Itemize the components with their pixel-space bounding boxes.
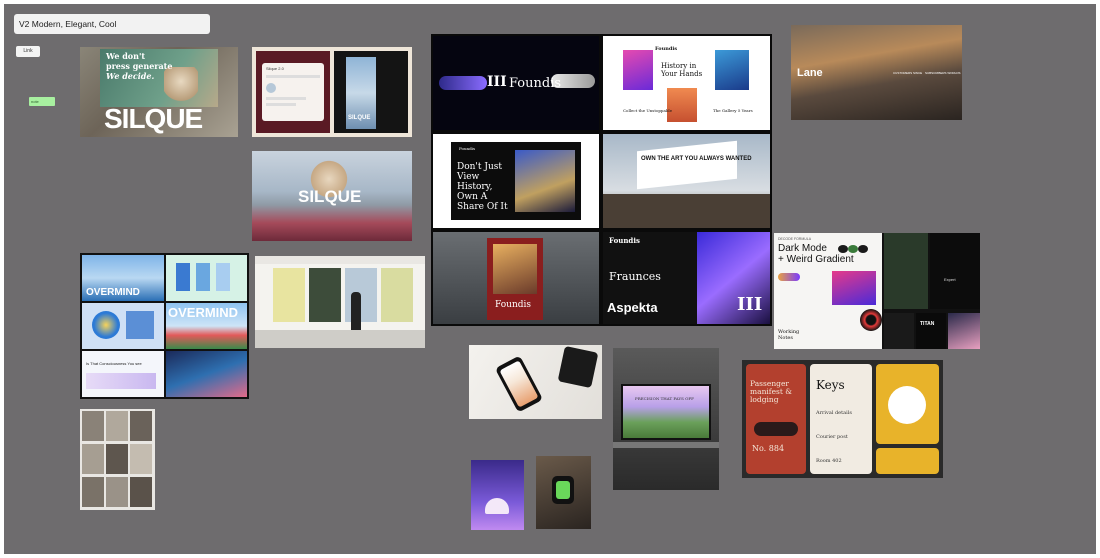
overmind-board[interactable]: OVERMIND OVERMIND Is That Consciousness … bbox=[80, 253, 249, 399]
lane-col1: CUSTOMERS SINCE bbox=[893, 71, 923, 75]
overmind-wordmark-large: OVERMIND bbox=[168, 305, 239, 320]
keys-line3: Room 402 bbox=[816, 458, 842, 464]
foundis-book-caption-right: The Gallery 5 Years bbox=[713, 108, 753, 113]
foundis-type-brand: Foundis bbox=[609, 236, 640, 245]
dark-mode-expert: Expert bbox=[944, 277, 956, 282]
dark-mode-title-2: + Weird Gradient bbox=[778, 254, 854, 265]
lane-col2: SUBSCRIBERS WORLDS bbox=[925, 71, 961, 75]
foundis-poster-line1: Don't Just bbox=[457, 162, 503, 172]
silque-bus-stop-word: SILQUE bbox=[348, 115, 371, 121]
shell-image[interactable] bbox=[471, 460, 524, 530]
photo-grid-image[interactable] bbox=[80, 409, 155, 510]
keys-line1: Arrival details bbox=[816, 410, 852, 416]
foundis-book-title: History in Your Hands bbox=[661, 62, 703, 78]
keys-title: Keys bbox=[816, 378, 845, 392]
foundis-hero-brand: Foundis bbox=[509, 76, 562, 91]
dark-mode-eyebrow: DECODE FORMULA bbox=[778, 237, 812, 241]
board-title[interactable]: V2 Modern, Elegant, Cool bbox=[14, 14, 210, 34]
keys-line2: Courier post bbox=[816, 434, 848, 440]
silque-cloud-image[interactable]: SILQUE bbox=[252, 151, 412, 241]
laptop-headline: PRECISION THAT PAYS OFF bbox=[635, 396, 694, 401]
link-card[interactable]: Link bbox=[16, 46, 40, 57]
foundis-poster-line4: Own A bbox=[457, 192, 488, 202]
foundis-type-monogram: III bbox=[737, 294, 763, 315]
silque-billboard-image[interactable]: We don't press generate We decide. SILQU… bbox=[80, 47, 238, 137]
foundis-poster-line5: Share Of It bbox=[457, 202, 508, 212]
foundis-monogram: III bbox=[487, 74, 507, 90]
foundis-hero-image[interactable]: III Foundis bbox=[433, 36, 599, 130]
street-billboard-image[interactable] bbox=[255, 256, 425, 348]
foundis-poster-brand: Foundis bbox=[459, 146, 476, 151]
dark-mode-board[interactable]: DECODE FORMULA Dark Mode + Weird Gradien… bbox=[774, 233, 980, 349]
foundis-board[interactable]: III Foundis Foundis History in Your Hand… bbox=[431, 34, 772, 326]
whiteboard-canvas[interactable]: V2 Modern, Elegant, Cool Link note We do… bbox=[4, 4, 1096, 554]
watch-image[interactable] bbox=[536, 456, 591, 529]
foundis-fraunces: Fraunces bbox=[609, 270, 661, 283]
passenger-title: Passenger manifest & lodging bbox=[750, 379, 792, 404]
dark-mode-titan: TITAN bbox=[920, 321, 935, 327]
foundis-aspekta: Aspekta bbox=[607, 300, 658, 315]
foundis-book-brand: Foundis bbox=[655, 46, 678, 52]
foundis-typography-image[interactable]: Foundis Fraunces Aspekta III bbox=[603, 232, 770, 324]
foundis-poster-image[interactable]: Foundis Don't Just View History, Own A S… bbox=[433, 134, 599, 228]
dark-mode-footer-brand: Working Notes bbox=[778, 329, 800, 341]
lane-logo: Lane bbox=[797, 67, 823, 79]
dark-mode-title-1: Dark Mode bbox=[778, 243, 827, 254]
overmind-wordmark: OVERMIND bbox=[86, 287, 140, 298]
foundis-bus-stop-brand: Foundis bbox=[495, 300, 532, 310]
silque-billboard-line1: We don't bbox=[106, 51, 146, 61]
silque-ui-mockup-image[interactable]: Silque 2.0 SILQUE bbox=[252, 47, 412, 137]
passenger-number: No. 884 bbox=[752, 444, 785, 453]
laptop-image[interactable]: PRECISION THAT PAYS OFF bbox=[613, 348, 719, 490]
foundis-book-image[interactable]: Foundis History in Your Hands Collect th… bbox=[603, 36, 770, 130]
silque-cloud-wordmark: SILQUE bbox=[298, 187, 362, 206]
foundis-bus-stop-image[interactable]: Foundis bbox=[433, 232, 599, 324]
lane-image[interactable]: Lane CUSTOMERS SINCE SUBSCRIBERS WORLDS bbox=[791, 25, 962, 120]
passenger-board[interactable]: Passenger manifest & lodging No. 884 Key… bbox=[742, 360, 943, 478]
foundis-city-billboard-image[interactable]: OWN THE ART YOU ALWAYS WANTED bbox=[603, 134, 770, 228]
sticky-note[interactable]: note bbox=[29, 97, 55, 106]
foundis-poster-line3: History, bbox=[457, 182, 493, 192]
silque-billboard-line2: press generate bbox=[106, 61, 173, 71]
foundis-poster-line2: View bbox=[457, 172, 480, 182]
foundis-book-caption-left: Collect the Unstoppable bbox=[623, 108, 673, 113]
silque-billboard-line3: We decide. bbox=[106, 71, 155, 81]
phone-desk-image[interactable] bbox=[469, 345, 602, 419]
overmind-web-heading: Is That Consciousness You see bbox=[86, 361, 142, 366]
foundis-billboard-text: OWN THE ART YOU ALWAYS WANTED bbox=[641, 156, 752, 162]
silque-ui-card-title: Silque 2.0 bbox=[266, 66, 284, 71]
silque-billboard-wordmark: SILQUE bbox=[104, 103, 203, 134]
